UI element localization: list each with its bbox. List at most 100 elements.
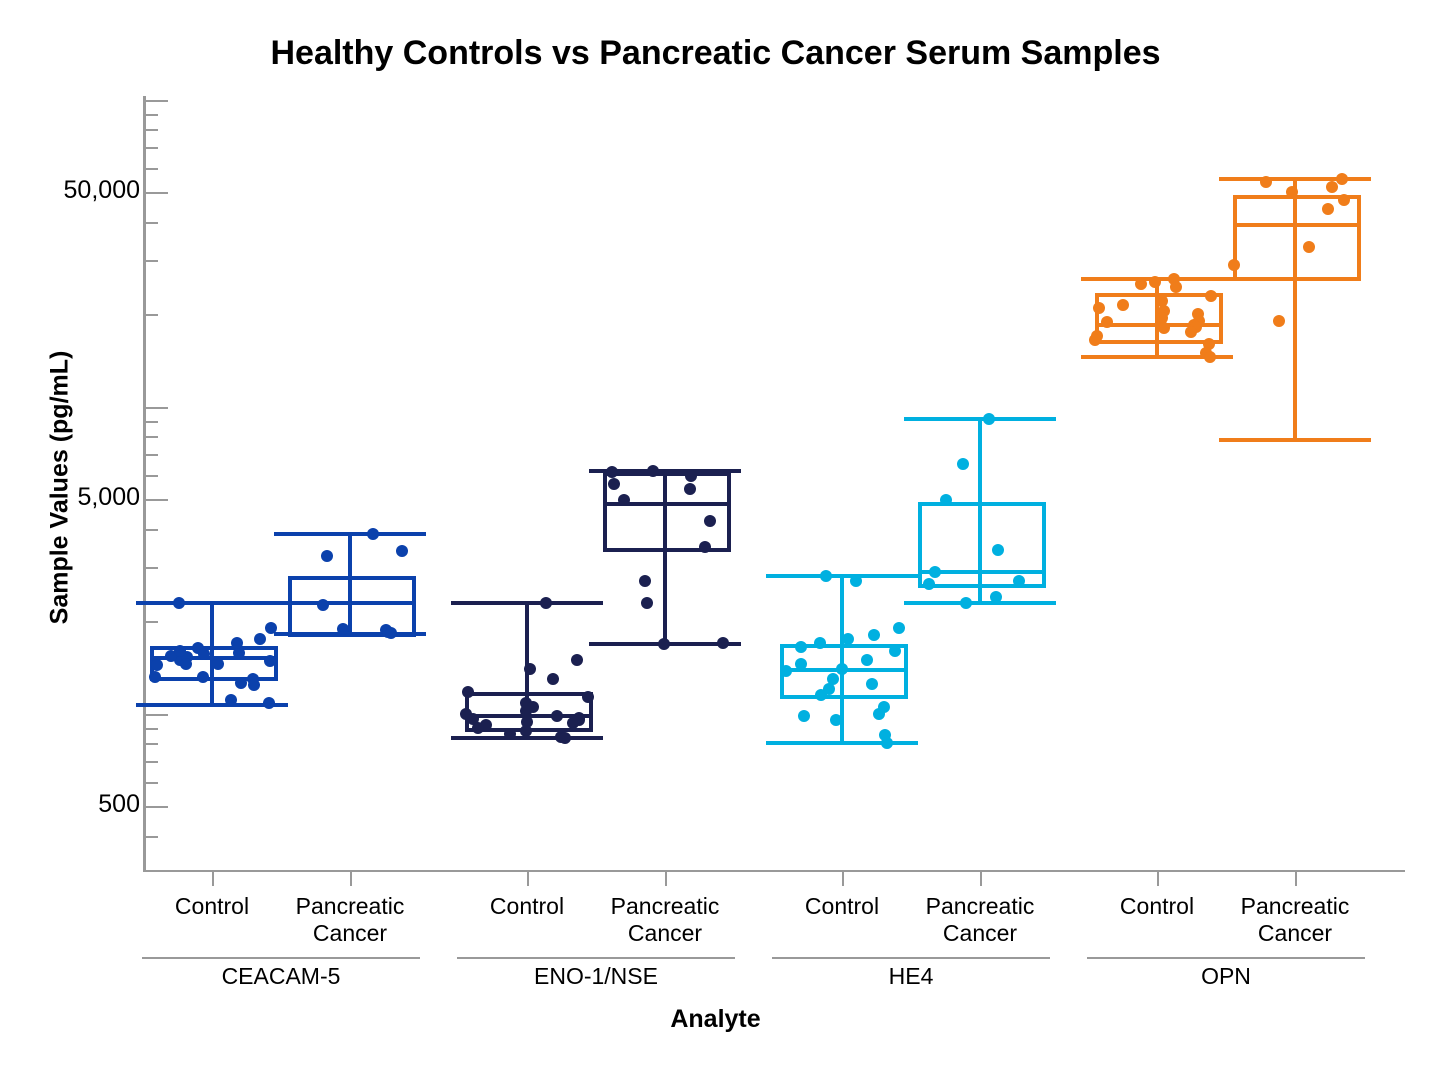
- data-point[interactable]: [1149, 275, 1162, 288]
- data-point[interactable]: [794, 640, 807, 653]
- data-point[interactable]: [547, 672, 560, 685]
- data-point[interactable]: [1227, 258, 1240, 271]
- category-tick: [350, 872, 352, 886]
- data-point[interactable]: [1185, 325, 1198, 338]
- box-plot-line: [136, 600, 288, 605]
- data-point[interactable]: [699, 540, 712, 553]
- analyte-group-label: OPN: [1201, 963, 1251, 989]
- data-point[interactable]: [519, 724, 532, 737]
- data-point[interactable]: [540, 596, 553, 609]
- data-point[interactable]: [922, 577, 935, 590]
- category-tick: [527, 872, 529, 886]
- data-point[interactable]: [684, 469, 697, 482]
- analyte-group-rule: [772, 957, 1050, 959]
- data-point[interactable]: [798, 710, 811, 723]
- data-point[interactable]: [197, 648, 210, 661]
- data-point[interactable]: [396, 545, 409, 558]
- data-point[interactable]: [523, 662, 536, 675]
- data-point[interactable]: [254, 632, 267, 645]
- data-point[interactable]: [235, 676, 248, 689]
- data-point[interactable]: [1205, 289, 1218, 302]
- data-point[interactable]: [641, 596, 654, 609]
- category-tick: [665, 872, 667, 886]
- data-point[interactable]: [316, 598, 329, 611]
- data-point[interactable]: [1325, 180, 1338, 193]
- data-point[interactable]: [657, 638, 670, 651]
- box-plot-line: [904, 417, 1056, 422]
- category-label-pancreatic-cancer: Pancreatic Cancer: [610, 893, 720, 946]
- data-point[interactable]: [881, 737, 893, 750]
- data-point[interactable]: [366, 527, 379, 540]
- category-tick: [1295, 872, 1297, 886]
- data-point[interactable]: [461, 685, 474, 698]
- data-point[interactable]: [836, 662, 849, 675]
- box-plot-box: [603, 472, 731, 553]
- data-point[interactable]: [384, 627, 397, 639]
- data-point[interactable]: [1272, 315, 1285, 327]
- data-point[interactable]: [717, 636, 730, 649]
- data-point[interactable]: [1336, 173, 1349, 186]
- data-point[interactable]: [1093, 301, 1105, 314]
- data-point[interactable]: [263, 697, 276, 710]
- data-point[interactable]: [873, 707, 886, 720]
- data-point[interactable]: [196, 670, 209, 683]
- data-point[interactable]: [1302, 241, 1315, 254]
- data-point[interactable]: [472, 721, 485, 734]
- box-plot-line: [766, 574, 918, 579]
- x-axis-title: Analyte: [670, 1005, 761, 1033]
- chart-title: Healthy Controls vs Pancreatic Cancer Se…: [270, 34, 1161, 72]
- data-point[interactable]: [820, 570, 833, 583]
- data-point[interactable]: [928, 565, 941, 578]
- analyte-group-rule: [1087, 957, 1365, 959]
- data-point[interactable]: [211, 658, 224, 671]
- plot-area: [136, 95, 1403, 870]
- data-point[interactable]: [868, 629, 881, 642]
- data-point[interactable]: [850, 575, 863, 588]
- data-point[interactable]: [703, 514, 716, 527]
- data-point[interactable]: [683, 482, 696, 495]
- category-label-pancreatic-cancer: Pancreatic Cancer: [295, 893, 405, 946]
- data-point[interactable]: [815, 688, 828, 701]
- data-point[interactable]: [861, 653, 874, 666]
- data-point[interactable]: [959, 596, 972, 609]
- box-plot-line: [274, 531, 426, 536]
- data-point[interactable]: [1089, 333, 1102, 346]
- data-point[interactable]: [888, 644, 901, 657]
- data-point[interactable]: [1117, 298, 1130, 311]
- data-point[interactable]: [225, 693, 238, 706]
- y-tick-label: 50,000: [63, 176, 140, 204]
- analyte-group-label: HE4: [888, 963, 934, 989]
- data-point[interactable]: [173, 644, 186, 657]
- category-tick: [1157, 872, 1159, 886]
- chart-root: Healthy Controls vs Pancreatic Cancer Se…: [0, 0, 1431, 1066]
- data-point[interactable]: [179, 658, 192, 671]
- data-point[interactable]: [1321, 203, 1334, 216]
- data-point[interactable]: [321, 550, 334, 563]
- data-point[interactable]: [607, 477, 620, 490]
- analyte-group-rule: [457, 957, 735, 959]
- data-point[interactable]: [957, 458, 970, 471]
- data-point[interactable]: [247, 678, 260, 691]
- data-point[interactable]: [639, 575, 652, 588]
- category-label-pancreatic-cancer: Pancreatic Cancer: [1240, 893, 1350, 946]
- data-point[interactable]: [1204, 351, 1217, 364]
- data-point[interactable]: [149, 670, 162, 683]
- data-point[interactable]: [503, 727, 516, 740]
- data-point[interactable]: [779, 664, 792, 677]
- data-point[interactable]: [1285, 186, 1298, 198]
- data-point[interactable]: [1169, 281, 1182, 294]
- data-point[interactable]: [1259, 175, 1272, 188]
- category-tick: [842, 872, 844, 886]
- data-point[interactable]: [172, 596, 185, 609]
- box-plot-line: [451, 600, 603, 605]
- data-point[interactable]: [842, 632, 855, 645]
- data-point[interactable]: [892, 622, 905, 634]
- data-point[interactable]: [558, 732, 571, 745]
- box-plot-line: [1219, 177, 1371, 182]
- data-point[interactable]: [813, 636, 826, 649]
- data-point[interactable]: [1135, 278, 1148, 291]
- data-point[interactable]: [982, 413, 995, 426]
- data-point[interactable]: [570, 653, 583, 666]
- category-tick: [212, 872, 214, 886]
- data-point[interactable]: [990, 590, 1003, 603]
